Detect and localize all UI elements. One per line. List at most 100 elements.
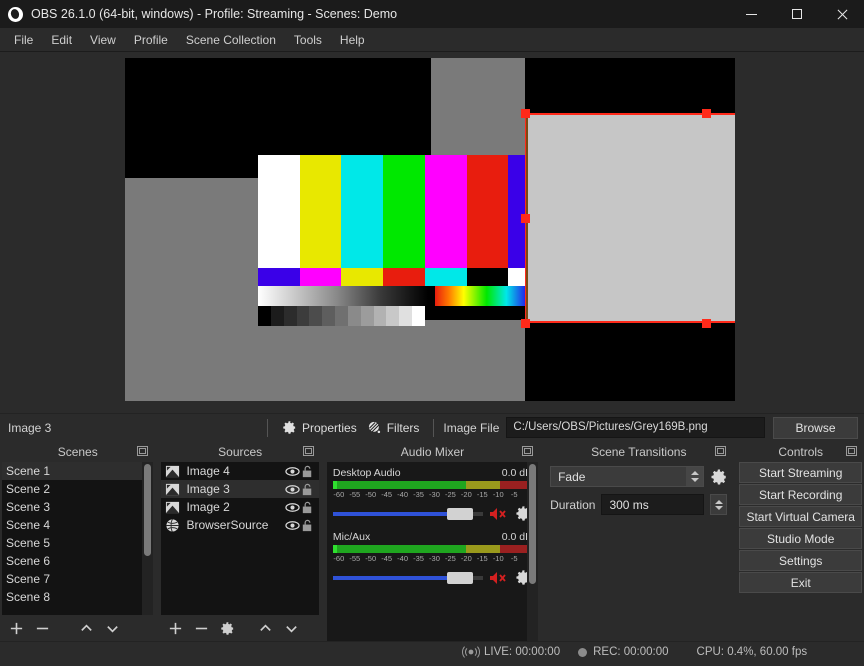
sources-buttonbar: [159, 615, 321, 641]
properties-button[interactable]: Properties: [277, 417, 362, 438]
scene-list-item[interactable]: Scene 3: [2, 498, 153, 516]
maximize-button[interactable]: [774, 0, 819, 28]
scenes-list[interactable]: Scene 1 Scene 2 Scene 3 Scene 4 Scene 5 …: [2, 462, 154, 615]
unlock-icon[interactable]: [300, 500, 315, 515]
filters-button[interactable]: Filters: [362, 417, 425, 438]
remove-source-button[interactable]: [189, 617, 213, 639]
volume-slider[interactable]: [332, 507, 484, 521]
undock-icon[interactable]: [137, 446, 149, 456]
handle-bottom-center[interactable]: [702, 319, 711, 328]
chevron-updown-icon[interactable]: [686, 467, 704, 486]
handle-top-center[interactable]: [702, 109, 711, 118]
meter-tick: -25: [444, 490, 456, 499]
eye-icon[interactable]: [285, 482, 300, 497]
color-bar: [322, 306, 336, 326]
meter-yellow-zone: [466, 545, 501, 553]
slider-knob[interactable]: [447, 507, 474, 520]
menu-view[interactable]: View: [81, 30, 125, 50]
close-button[interactable]: [819, 0, 864, 28]
chevron-down-icon[interactable]: [714, 505, 723, 510]
start-recording-button[interactable]: Start Recording: [739, 484, 862, 505]
transition-select[interactable]: Fade: [550, 466, 705, 487]
settings-button[interactable]: Settings: [739, 550, 862, 571]
source-list-item[interactable]: Image 4: [161, 462, 318, 480]
undock-icon[interactable]: [302, 446, 314, 456]
add-source-button[interactable]: [163, 617, 187, 639]
studio-mode-button[interactable]: Studio Mode: [739, 528, 862, 549]
scene-list-item[interactable]: Scene 8: [2, 588, 153, 606]
undock-icon[interactable]: [522, 446, 534, 456]
menu-scene-collection[interactable]: Scene Collection: [177, 30, 285, 50]
duration-input[interactable]: 300 ms: [601, 494, 705, 515]
exit-button[interactable]: Exit: [739, 572, 862, 593]
menu-profile[interactable]: Profile: [125, 30, 177, 50]
scene-list-item[interactable]: Scene 7: [2, 570, 153, 588]
color-bar: [383, 268, 425, 286]
meter-tick: -25: [444, 554, 456, 563]
source-list-item[interactable]: Image 2: [161, 498, 318, 516]
add-scene-button[interactable]: [4, 617, 28, 639]
volume-slider[interactable]: [332, 571, 484, 585]
scrollbar-thumb[interactable]: [144, 464, 152, 556]
chevron-up-icon[interactable]: [714, 499, 723, 504]
channel-controls: [332, 569, 532, 586]
transition-properties-button[interactable]: [710, 468, 727, 485]
undock-icon[interactable]: [715, 446, 727, 456]
menu-help[interactable]: Help: [331, 30, 374, 50]
rec-status: REC: 00:00:00: [578, 646, 669, 658]
handle-middle-left[interactable]: [521, 214, 530, 223]
scrollbar-thumb[interactable]: [529, 464, 537, 584]
preview-area[interactable]: [0, 52, 864, 413]
unlock-icon[interactable]: [300, 518, 315, 533]
duration-stepper[interactable]: [710, 494, 728, 515]
handle-top-left[interactable]: [521, 109, 530, 118]
move-source-down-button[interactable]: [279, 617, 303, 639]
menu-edit[interactable]: Edit: [42, 30, 81, 50]
menu-file[interactable]: File: [5, 30, 42, 50]
meter-tick: -30: [429, 554, 440, 563]
source-properties-button[interactable]: [215, 617, 239, 639]
scene-label: Scene 8: [6, 590, 51, 604]
color-bar: [466, 268, 509, 286]
minimize-button[interactable]: [729, 0, 774, 28]
selected-source-rect[interactable]: [525, 113, 735, 323]
mixer-scrollbar[interactable]: [527, 462, 539, 641]
source-label: Image 2: [186, 500, 230, 514]
browse-button[interactable]: Browse: [773, 416, 858, 439]
mute-speaker-icon[interactable]: [489, 570, 509, 586]
eye-icon[interactable]: [285, 500, 300, 515]
source-list-item[interactable]: Image 3: [161, 480, 319, 498]
scene-list-item[interactable]: Scene 5: [2, 534, 153, 552]
menu-tools[interactable]: Tools: [285, 30, 331, 50]
sources-list[interactable]: Image 4 Image 3 Image 2 BrowserSource: [161, 462, 319, 615]
image-file-input[interactable]: C:/Users/OBS/Pictures/Grey169B.png: [506, 417, 765, 438]
grayscale-step-wedge: [258, 306, 425, 326]
mute-speaker-icon[interactable]: [489, 506, 509, 522]
eye-icon[interactable]: [285, 518, 300, 533]
move-scene-up-button[interactable]: [74, 617, 98, 639]
scene-list-item[interactable]: Scene 6: [2, 552, 153, 570]
eye-icon[interactable]: [285, 464, 300, 479]
color-bar: [424, 155, 467, 268]
slider-knob[interactable]: [447, 571, 474, 584]
scene-list-item[interactable]: Scene 4: [2, 516, 153, 534]
source-list-item[interactable]: BrowserSource: [161, 516, 318, 534]
color-bar: [258, 268, 300, 286]
handle-bottom-left[interactable]: [521, 319, 530, 328]
move-source-up-button[interactable]: [253, 617, 277, 639]
volume-meter: [332, 481, 533, 489]
unlock-icon[interactable]: [300, 482, 315, 497]
color-bar: [383, 155, 425, 268]
move-scene-down-button[interactable]: [100, 617, 124, 639]
remove-scene-button[interactable]: [30, 617, 54, 639]
controls-title: Controls: [737, 441, 864, 462]
undock-icon[interactable]: [845, 446, 857, 456]
start-streaming-button[interactable]: Start Streaming: [739, 462, 862, 483]
start-virtual-camera-button[interactable]: Start Virtual Camera: [739, 506, 862, 527]
preview-canvas[interactable]: [125, 58, 735, 401]
scenes-scrollbar[interactable]: [142, 462, 154, 615]
scene-list-item[interactable]: Scene 1: [2, 462, 154, 480]
unlock-icon[interactable]: [300, 464, 315, 479]
gear-icon: [282, 420, 297, 435]
scene-list-item[interactable]: Scene 2: [2, 480, 153, 498]
